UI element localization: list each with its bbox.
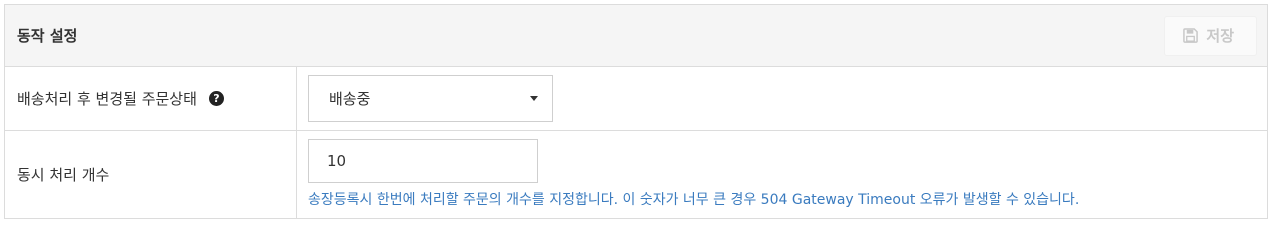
question-circle-icon[interactable]: ?	[208, 91, 224, 106]
order-status-selected-value: 배송중	[329, 90, 371, 108]
floppy-disk-icon	[1183, 28, 1199, 43]
concurrency-input[interactable]	[308, 139, 538, 183]
settings-panel: 동작 설정 저장 배송처리 후 변경될 주문상태 ? 배송중 동시 처리 개수 …	[4, 4, 1268, 219]
panel-header: 동작 설정 저장	[5, 5, 1267, 67]
save-button[interactable]: 저장	[1164, 15, 1257, 56]
setting-value-cell: 배송중	[297, 67, 1267, 130]
setting-value-cell: 송장등록시 한번에 처리할 주문의 개수를 지정합니다. 이 숫자가 너무 큰 …	[297, 131, 1267, 218]
chevron-down-icon	[530, 96, 538, 101]
order-status-label: 배송처리 후 변경될 주문상태	[17, 90, 197, 108]
order-status-select[interactable]: 배송중	[308, 75, 553, 122]
setting-row-concurrency: 동시 처리 개수 송장등록시 한번에 처리할 주문의 개수를 지정합니다. 이 …	[5, 131, 1267, 218]
setting-label-cell: 배송처리 후 변경될 주문상태 ?	[5, 67, 297, 130]
setting-row-order-status: 배송처리 후 변경될 주문상태 ? 배송중	[5, 67, 1267, 131]
save-button-label: 저장	[1206, 27, 1234, 45]
concurrency-label: 동시 처리 개수	[17, 166, 110, 184]
panel-title: 동작 설정	[17, 27, 78, 45]
setting-label-cell: 동시 처리 개수	[5, 131, 297, 218]
concurrency-help-text: 송장등록시 한번에 처리할 주문의 개수를 지정합니다. 이 숫자가 너무 큰 …	[308, 192, 1080, 208]
